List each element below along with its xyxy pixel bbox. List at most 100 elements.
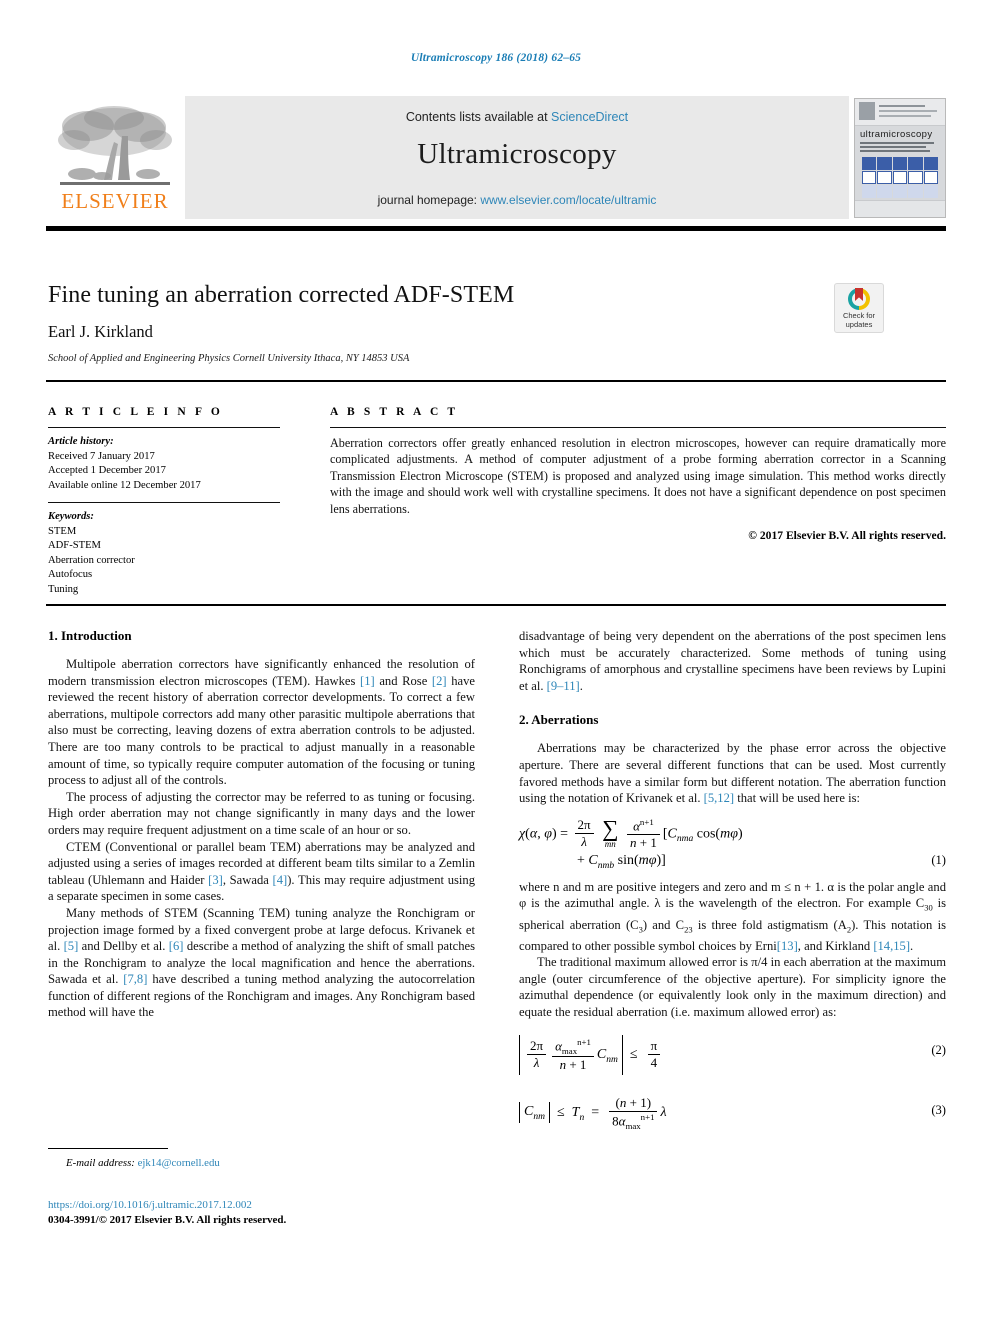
keywords-list: Keywords: STEM ADF-STEM Aberration corre…: [48, 510, 280, 597]
fraction: π4: [647, 1038, 661, 1071]
email-label: E-mail address:: [66, 1157, 135, 1169]
absolute-value-group: Cnm: [519, 1101, 550, 1124]
body-columns: 1. Introduction Multipole aberration cor…: [48, 628, 946, 1139]
cover-image-grid: [862, 156, 938, 199]
footnote-block: E-mail address: ejk14@cornell.edu: [48, 1148, 475, 1169]
paper-page: Ultramicroscopy 186 (2018) 62–65 ELSEVIE…: [0, 0, 992, 1323]
summation-icon: ∑ mn: [602, 815, 619, 849]
doi-link[interactable]: https://doi.org/10.1016/j.ultramic.2017.…: [48, 1198, 508, 1213]
equation-3: Cnm ≤ Tn = (n + 1) 8αmaxn+1 λ (3): [519, 1095, 946, 1131]
equation-number: (3): [931, 1102, 946, 1117]
doi-block: https://doi.org/10.1016/j.ultramic.2017.…: [48, 1198, 508, 1228]
keywords-label: Keywords:: [48, 511, 94, 522]
sciencedirect-link[interactable]: ScienceDirect: [551, 110, 628, 124]
citation-link[interactable]: [3]: [208, 873, 223, 887]
cover-text-line: [879, 109, 937, 112]
keyword-item: ADF-STEM: [48, 540, 101, 551]
text-run: and Dellby et al.: [78, 939, 169, 954]
text-run: ) and C: [642, 917, 685, 932]
article-info-block: A R T I C L E I N F O Article history: R…: [48, 406, 280, 597]
text-run: and Rose: [374, 673, 432, 688]
text-run: , and Kirkland: [797, 938, 874, 953]
journal-homepage-link[interactable]: www.elsevier.com/locate/ultramic: [480, 193, 656, 207]
cover-subtitle-line: [860, 145, 926, 148]
text-run: that will be used here is:: [734, 791, 861, 806]
journal-masthead: ELSEVIER Contents lists available at Sci…: [46, 96, 946, 219]
cover-subtitle-line: [860, 149, 930, 152]
cover-text-line: [879, 114, 931, 117]
journal-homepage-line: journal homepage: www.elsevier.com/locat…: [185, 193, 849, 207]
equation-number: (1): [931, 852, 946, 867]
citation-link[interactable]: [1]: [360, 674, 375, 688]
fraction: 2π λ: [527, 1038, 547, 1071]
divider: [48, 502, 280, 503]
footnote-rule: [48, 1148, 168, 1149]
text-run: disadvantage of being very dependent on …: [519, 629, 946, 693]
cover-text-line: [879, 104, 925, 107]
equation-number: (2): [931, 1042, 946, 1057]
title-bottom-rule: [46, 380, 946, 382]
text-run: where n and m are positive integers and …: [519, 879, 946, 911]
issn-copyright-line: 0304-3991/© 2017 Elsevier B.V. All right…: [48, 1214, 287, 1226]
elsevier-wordmark: ELSEVIER: [61, 189, 169, 213]
journal-cover-thumbnail: ultramicroscopy: [850, 96, 946, 219]
fraction: αn+1 n + 1: [627, 817, 660, 851]
text-run: .: [910, 938, 914, 953]
paragraph: disadvantage of being very dependent on …: [519, 628, 946, 694]
keyword-item: Autofocus: [48, 569, 93, 580]
cover-journal-title: ultramicroscopy: [860, 128, 933, 140]
paragraph: where n and m are positive integers and …: [519, 879, 946, 954]
section-heading-aberrations: 2. Aberrations: [519, 712, 599, 728]
right-column: disadvantage of being very dependent on …: [519, 628, 946, 1139]
text-run: .: [579, 678, 583, 693]
cover-subtitle-line: [860, 141, 934, 144]
page-title: Fine tuning an aberration corrected ADF-…: [48, 282, 515, 308]
paragraph: Multipole aberration correctors have sig…: [48, 656, 475, 789]
paragraph: The process of adjusting the corrector m…: [48, 789, 475, 837]
absolute-value-group: 2π λ αmaxn+1 n + 1 Cnm: [519, 1034, 623, 1075]
equation-2: 2π λ αmaxn+1 n + 1 Cnm ≤ π4 (2): [519, 1034, 946, 1075]
citation-link[interactable]: [7,8]: [123, 972, 147, 986]
left-column: 1. Introduction Multipole aberration cor…: [48, 628, 475, 1139]
fraction: (n + 1) 8αmaxn+1: [609, 1095, 658, 1131]
masthead-bottom-rule: [46, 226, 946, 231]
journal-title: Ultramicroscopy: [417, 138, 617, 170]
citation-link[interactable]: [4]: [273, 873, 288, 887]
author-name: Earl J. Kirkland: [48, 322, 153, 341]
paragraph: Many methods of STEM (Scanning TEM) tuni…: [48, 905, 475, 1021]
text-run: have reviewed the recent history of aber…: [48, 673, 475, 788]
contents-prefix: Contents lists available at: [405, 110, 548, 124]
crossmark-badge[interactable]: Check for updates: [834, 283, 884, 333]
citation-link[interactable]: [5]: [64, 939, 79, 953]
citation-link[interactable]: [14,15]: [873, 939, 910, 953]
divider: [330, 427, 946, 428]
subscript: 23: [684, 924, 693, 935]
cover-footer-band: [855, 199, 945, 217]
section-heading-introduction: 1. Introduction: [48, 628, 132, 643]
text-run: is three fold astigmatism (A: [692, 917, 847, 932]
homepage-prefix: journal homepage:: [377, 193, 477, 207]
equation-1: χ(α, φ) = 2π λ ∑ mn αn+1 n + 1 [Cnma cos(mφ)…: [519, 815, 946, 871]
keyword-item: Tuning: [48, 583, 79, 595]
text-run: , Sawada: [222, 872, 273, 887]
article-history-label: Article history:: [48, 436, 114, 447]
citation-link[interactable]: [13]: [777, 939, 798, 953]
fraction: αmaxn+1 n + 1: [552, 1037, 594, 1073]
article-history: Article history: Received 7 January 2017…: [48, 435, 280, 493]
abstract-heading: A B S T R A C T: [330, 406, 459, 418]
email-link[interactable]: ejk14@cornell.edu: [138, 1157, 220, 1169]
article-history-item: Received 7 January 2017: [48, 450, 155, 462]
masthead-center: Contents lists available at ScienceDirec…: [184, 96, 850, 219]
citation-link[interactable]: [5,12]: [704, 791, 734, 805]
citation-link[interactable]: [9–11]: [547, 679, 580, 693]
cover-image: ultramicroscopy: [854, 97, 946, 218]
article-history-item: Available online 12 December 2017: [48, 479, 201, 491]
fraction: 2π λ: [574, 817, 594, 850]
crossmark-label-line1: Check for: [842, 311, 876, 320]
elsevier-logo: ELSEVIER: [46, 96, 184, 219]
paragraph: The traditional maximum allowed error is…: [519, 955, 946, 1020]
citation-link[interactable]: [6]: [169, 939, 184, 953]
abstract-block: A B S T R A C T Aberration correctors of…: [330, 406, 946, 542]
keyword-item: STEM: [48, 525, 77, 537]
citation-link[interactable]: [2]: [432, 674, 447, 688]
